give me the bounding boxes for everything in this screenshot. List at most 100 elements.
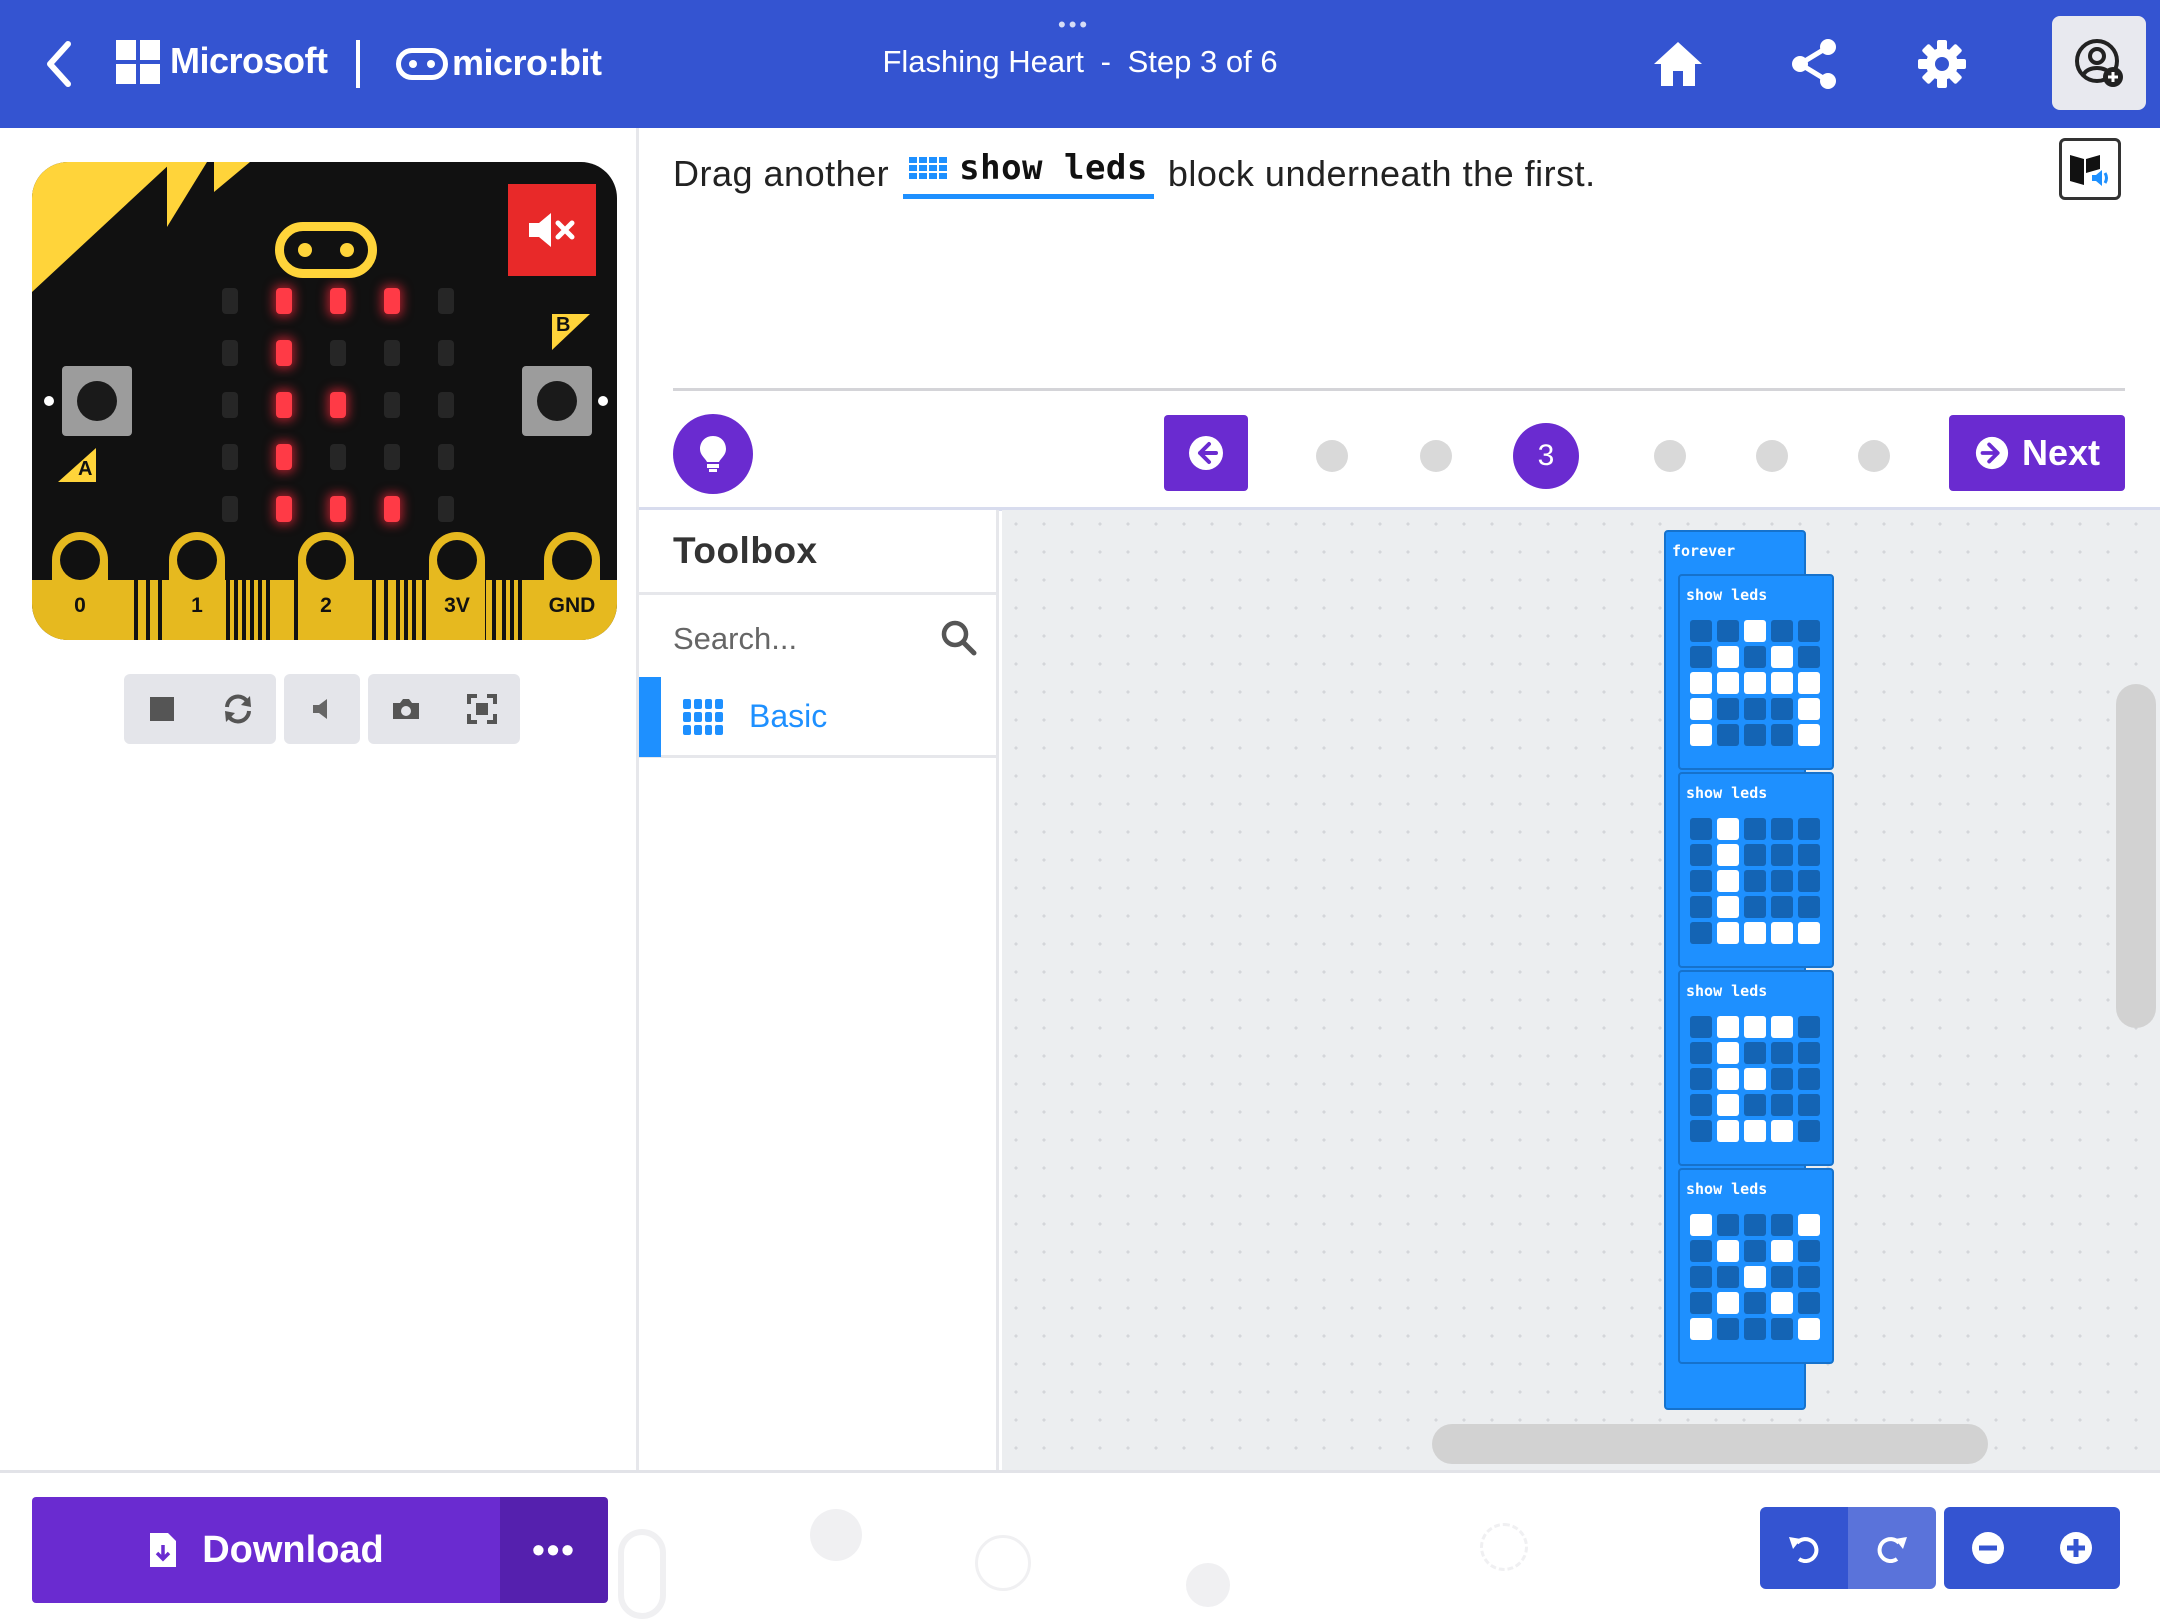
led-cell[interactable] xyxy=(1744,922,1766,944)
led-cell[interactable] xyxy=(1744,1094,1766,1116)
board-logo-icon[interactable] xyxy=(275,222,377,278)
led-cell[interactable] xyxy=(1690,620,1712,642)
led-cell[interactable] xyxy=(1771,1240,1793,1262)
led-cell[interactable] xyxy=(1717,1068,1739,1090)
led-cell[interactable] xyxy=(1690,1318,1712,1340)
button-a[interactable] xyxy=(62,366,132,436)
led-cell[interactable] xyxy=(1798,1068,1820,1090)
led-cell[interactable] xyxy=(1690,1266,1712,1288)
led-cell[interactable] xyxy=(1771,922,1793,944)
led-cell[interactable] xyxy=(1771,698,1793,720)
led-cell[interactable] xyxy=(1771,1094,1793,1116)
led-cell[interactable] xyxy=(1744,1068,1766,1090)
led-cell[interactable] xyxy=(1717,896,1739,918)
led-cell[interactable] xyxy=(1690,818,1712,840)
sign-in-button[interactable] xyxy=(2052,16,2146,110)
step-dot[interactable] xyxy=(1756,440,1788,472)
show-leds-block[interactable]: show leds xyxy=(1678,574,1834,770)
led-cell[interactable] xyxy=(1771,1068,1793,1090)
led-cell[interactable] xyxy=(1690,672,1712,694)
mute-audio-button[interactable] xyxy=(284,674,360,744)
led-cell[interactable] xyxy=(1690,698,1712,720)
led-cell[interactable] xyxy=(1690,1068,1712,1090)
led-cell[interactable] xyxy=(1771,870,1793,892)
led-cell[interactable] xyxy=(1771,1318,1793,1340)
restart-simulator-button[interactable] xyxy=(200,674,276,744)
led-cell[interactable] xyxy=(1717,1094,1739,1116)
pin-1[interactable] xyxy=(169,532,225,640)
pin-3v[interactable] xyxy=(429,532,485,640)
led-cell[interactable] xyxy=(1771,1120,1793,1142)
led-cell[interactable] xyxy=(1798,1266,1820,1288)
led-cell[interactable] xyxy=(1798,1016,1820,1038)
led-cell[interactable] xyxy=(1717,1240,1739,1262)
led-cell[interactable] xyxy=(1798,724,1820,746)
download-button[interactable]: Download xyxy=(32,1497,500,1603)
led-cell[interactable] xyxy=(1798,1318,1820,1340)
led-cell[interactable] xyxy=(1744,870,1766,892)
led-cell[interactable] xyxy=(1690,1042,1712,1064)
led-cell[interactable] xyxy=(1717,1318,1739,1340)
show-leds-block[interactable]: show leds xyxy=(1678,970,1834,1166)
drag-handle[interactable]: ••• xyxy=(1058,12,1090,38)
led-cell[interactable] xyxy=(1717,724,1739,746)
show-leds-block-reference[interactable]: show leds xyxy=(903,148,1154,199)
led-cell[interactable] xyxy=(1771,1214,1793,1236)
led-cell[interactable] xyxy=(1744,1214,1766,1236)
hint-button[interactable] xyxy=(673,414,753,494)
settings-button[interactable] xyxy=(1912,34,1972,94)
workspace-vertical-scrollbar[interactable] xyxy=(2116,684,2156,1028)
undo-button[interactable] xyxy=(1760,1507,1848,1589)
home-button[interactable] xyxy=(1648,34,1708,94)
led-cell[interactable] xyxy=(1798,672,1820,694)
led-cell[interactable] xyxy=(1798,1120,1820,1142)
led-cell[interactable] xyxy=(1744,1240,1766,1262)
led-cell[interactable] xyxy=(1744,1292,1766,1314)
led-cell[interactable] xyxy=(1798,1214,1820,1236)
workspace-horizontal-scrollbar[interactable] xyxy=(1432,1424,1988,1464)
simulator-mute-button[interactable] xyxy=(504,180,600,280)
led-cell[interactable] xyxy=(1771,844,1793,866)
led-cell[interactable] xyxy=(1717,818,1739,840)
led-cell[interactable] xyxy=(1771,1292,1793,1314)
led-cell[interactable] xyxy=(1690,646,1712,668)
blocks-workspace[interactable]: forever show leds show leds show leds show … xyxy=(1002,510,2160,1470)
led-cell[interactable] xyxy=(1717,1120,1739,1142)
led-cell[interactable] xyxy=(1744,1120,1766,1142)
led-cell[interactable] xyxy=(1771,646,1793,668)
step-dot[interactable] xyxy=(1420,440,1452,472)
step-current[interactable]: 3 xyxy=(1513,423,1579,489)
zoom-out-button[interactable] xyxy=(1944,1507,2032,1589)
led-cell[interactable] xyxy=(1798,844,1820,866)
led-cell[interactable] xyxy=(1798,646,1820,668)
led-cell[interactable] xyxy=(1690,1120,1712,1142)
led-cell[interactable] xyxy=(1717,698,1739,720)
led-cell[interactable] xyxy=(1744,1266,1766,1288)
back-button[interactable] xyxy=(34,34,82,94)
led-cell[interactable] xyxy=(1798,1094,1820,1116)
led-cell[interactable] xyxy=(1771,818,1793,840)
led-cell[interactable] xyxy=(1798,896,1820,918)
led-cell[interactable] xyxy=(1744,1042,1766,1064)
led-cell[interactable] xyxy=(1690,1094,1712,1116)
led-cell[interactable] xyxy=(1798,1042,1820,1064)
led-cell[interactable] xyxy=(1771,672,1793,694)
led-cell[interactable] xyxy=(1771,1042,1793,1064)
led-cell[interactable] xyxy=(1717,672,1739,694)
led-cell[interactable] xyxy=(1717,922,1739,944)
led-cell[interactable] xyxy=(1690,724,1712,746)
step-dot[interactable] xyxy=(1316,440,1348,472)
screenshot-button[interactable] xyxy=(368,674,444,744)
led-cell[interactable] xyxy=(1798,698,1820,720)
toolbox-category-basic[interactable]: Basic xyxy=(639,676,999,758)
led-cell[interactable] xyxy=(1744,1318,1766,1340)
zoom-in-button[interactable] xyxy=(2032,1507,2120,1589)
share-button[interactable] xyxy=(1784,34,1844,94)
led-cell[interactable] xyxy=(1717,1016,1739,1038)
previous-step-button[interactable] xyxy=(1164,415,1248,491)
led-cell[interactable] xyxy=(1744,818,1766,840)
led-cell[interactable] xyxy=(1690,922,1712,944)
button-b[interactable] xyxy=(522,366,592,436)
led-cell[interactable] xyxy=(1717,844,1739,866)
led-cell[interactable] xyxy=(1690,896,1712,918)
